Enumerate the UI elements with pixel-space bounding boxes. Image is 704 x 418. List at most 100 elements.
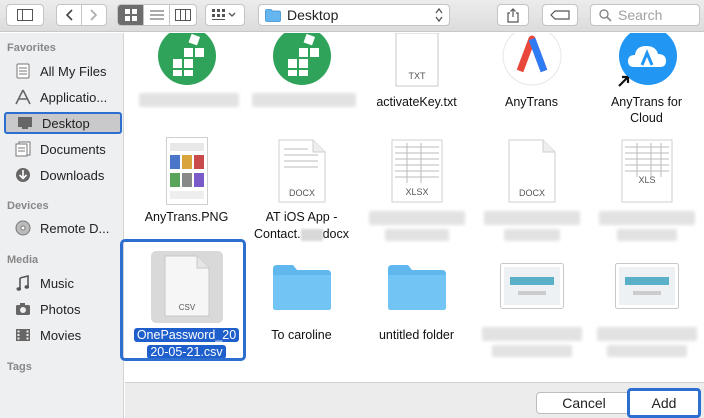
dialog-footer: Cancel Add bbox=[125, 382, 704, 418]
sidebar-item-label: Downloads bbox=[40, 167, 105, 183]
file-item[interactable] bbox=[129, 33, 244, 133]
sidebar-item-label: Applicatio... bbox=[40, 89, 108, 105]
sidebar-item-label: All My Files bbox=[40, 63, 107, 79]
file-name-line2: Contact. docx bbox=[254, 227, 349, 241]
media-heading: Media bbox=[7, 254, 39, 266]
screenshot-thumbnail-icon bbox=[614, 263, 679, 309]
sidebar-toggle-button[interactable] bbox=[6, 4, 44, 26]
file-item[interactable]: XLSX bbox=[359, 133, 474, 243]
file-name-line1: AnyTrans for bbox=[610, 95, 683, 109]
columns-icon bbox=[175, 9, 191, 21]
search-field[interactable]: Search bbox=[590, 4, 700, 26]
svg-text:DOCX: DOCX bbox=[518, 188, 544, 198]
devices-heading: Devices bbox=[7, 200, 49, 212]
green-app-icon bbox=[157, 33, 216, 85]
arrange-grid-icon bbox=[212, 9, 236, 20]
desktop-icon bbox=[16, 114, 34, 132]
sidebar-item-label: Documents bbox=[40, 141, 106, 157]
sidebar-item-all-my-files[interactable]: All My Files bbox=[4, 60, 122, 82]
file-item[interactable]: DOCX bbox=[474, 133, 589, 243]
location-popup[interactable]: Desktop bbox=[258, 4, 450, 26]
share-button[interactable] bbox=[497, 4, 529, 26]
remote-disc-icon bbox=[14, 219, 32, 237]
file-name: activateKey.txt bbox=[376, 95, 457, 109]
file-item[interactable] bbox=[589, 243, 704, 363]
location-label: Desktop bbox=[287, 7, 339, 23]
downloads-icon bbox=[14, 166, 32, 184]
xlsx-file-icon: XLSX bbox=[391, 139, 442, 203]
grid-icon bbox=[124, 9, 137, 21]
file-item[interactable]: AnyTrans for Cloud bbox=[589, 33, 704, 133]
sidebar-item-label: Music bbox=[40, 275, 74, 291]
list-icon bbox=[149, 10, 164, 20]
svg-text:XLSX: XLSX bbox=[405, 187, 428, 197]
column-view-button[interactable] bbox=[170, 5, 196, 25]
screenshot-thumbnail-icon bbox=[499, 263, 564, 309]
search-icon bbox=[599, 8, 612, 22]
chevron-left-icon bbox=[65, 9, 73, 21]
up-down-arrows-icon bbox=[435, 7, 443, 23]
file-item[interactable] bbox=[244, 33, 359, 133]
sidebar-item-movies[interactable]: Movies bbox=[4, 324, 122, 346]
sidebar-item-music[interactable]: Music bbox=[4, 272, 122, 294]
file-name: untitled folder bbox=[378, 328, 455, 342]
applications-icon bbox=[14, 88, 32, 106]
sidebar-item-applications[interactable]: Applicatio... bbox=[4, 86, 122, 108]
file-item[interactable]: AnyTrans.PNG bbox=[129, 133, 244, 243]
sidebar-item-documents[interactable]: Documents bbox=[4, 138, 122, 160]
file-item[interactable]: untitled folder bbox=[359, 243, 474, 363]
list-view-button[interactable] bbox=[144, 5, 170, 25]
music-icon bbox=[14, 274, 32, 292]
sidebar-item-desktop[interactable]: Desktop bbox=[4, 112, 122, 134]
sidebar-item-photos[interactable]: Photos bbox=[4, 298, 122, 320]
docx-file-icon: DOCX bbox=[508, 139, 555, 203]
all-files-icon bbox=[14, 62, 32, 80]
green-app-icon bbox=[272, 33, 331, 85]
png-image-icon bbox=[165, 137, 208, 205]
file-item[interactable]: XLS bbox=[589, 133, 704, 243]
file-item[interactable]: To caroline bbox=[244, 243, 359, 363]
tag-icon bbox=[550, 10, 570, 20]
file-item[interactable]: TXT activateKey.txt bbox=[359, 33, 474, 133]
file-item[interactable]: AnyTrans bbox=[474, 33, 589, 133]
add-button[interactable]: Add bbox=[627, 388, 701, 418]
icon-view-button[interactable] bbox=[118, 5, 144, 25]
tags-button[interactable] bbox=[542, 4, 578, 26]
sidebar-item-label: Desktop bbox=[42, 115, 90, 131]
movies-icon bbox=[14, 326, 32, 344]
xls-file-icon: XLS bbox=[621, 139, 672, 203]
arrange-button[interactable] bbox=[205, 4, 245, 26]
back-button[interactable] bbox=[56, 4, 82, 26]
file-name: AnyTrans bbox=[504, 95, 559, 109]
file-name-line2: Cloud bbox=[630, 111, 663, 125]
view-mode-switcher bbox=[117, 4, 197, 26]
file-name: AnyTrans.PNG bbox=[144, 210, 229, 224]
sidebar-item-label: Remote D... bbox=[40, 220, 110, 236]
favorites-heading: Favorites bbox=[7, 42, 56, 54]
file-item[interactable] bbox=[474, 243, 589, 363]
svg-text:TXT: TXT bbox=[408, 71, 426, 81]
text-file-icon: TXT bbox=[395, 33, 438, 87]
docx-file-icon: DOCX bbox=[278, 139, 325, 203]
chevron-right-icon bbox=[90, 9, 98, 21]
documents-icon bbox=[14, 140, 32, 158]
folder-icon bbox=[265, 8, 281, 22]
svg-text:XLS: XLS bbox=[638, 175, 655, 185]
sidebar-item-downloads[interactable]: Downloads bbox=[4, 164, 122, 186]
anytrans-app-icon bbox=[502, 33, 561, 86]
cancel-button[interactable]: Cancel bbox=[536, 392, 632, 414]
sidebar-item-label: Movies bbox=[40, 327, 82, 343]
sidebar-item-remote-disc[interactable]: Remote D... bbox=[4, 217, 122, 239]
share-icon bbox=[507, 7, 519, 23]
selection-highlight-box bbox=[120, 239, 246, 361]
folder-icon bbox=[387, 265, 446, 310]
search-placeholder: Search bbox=[618, 7, 663, 23]
file-item[interactable]: DOCX AT iOS App - Contact. docx bbox=[244, 133, 359, 243]
svg-text:DOCX: DOCX bbox=[288, 188, 314, 198]
file-name-line1: AT iOS App - bbox=[265, 210, 338, 224]
forward-button[interactable] bbox=[81, 4, 107, 26]
sidebar: Favorites All My Files Applicatio... Des… bbox=[0, 33, 124, 418]
file-name: To caroline bbox=[271, 328, 332, 342]
anytrans-cloud-alias-icon bbox=[617, 33, 677, 87]
sidebar-item-label: Photos bbox=[40, 301, 81, 317]
